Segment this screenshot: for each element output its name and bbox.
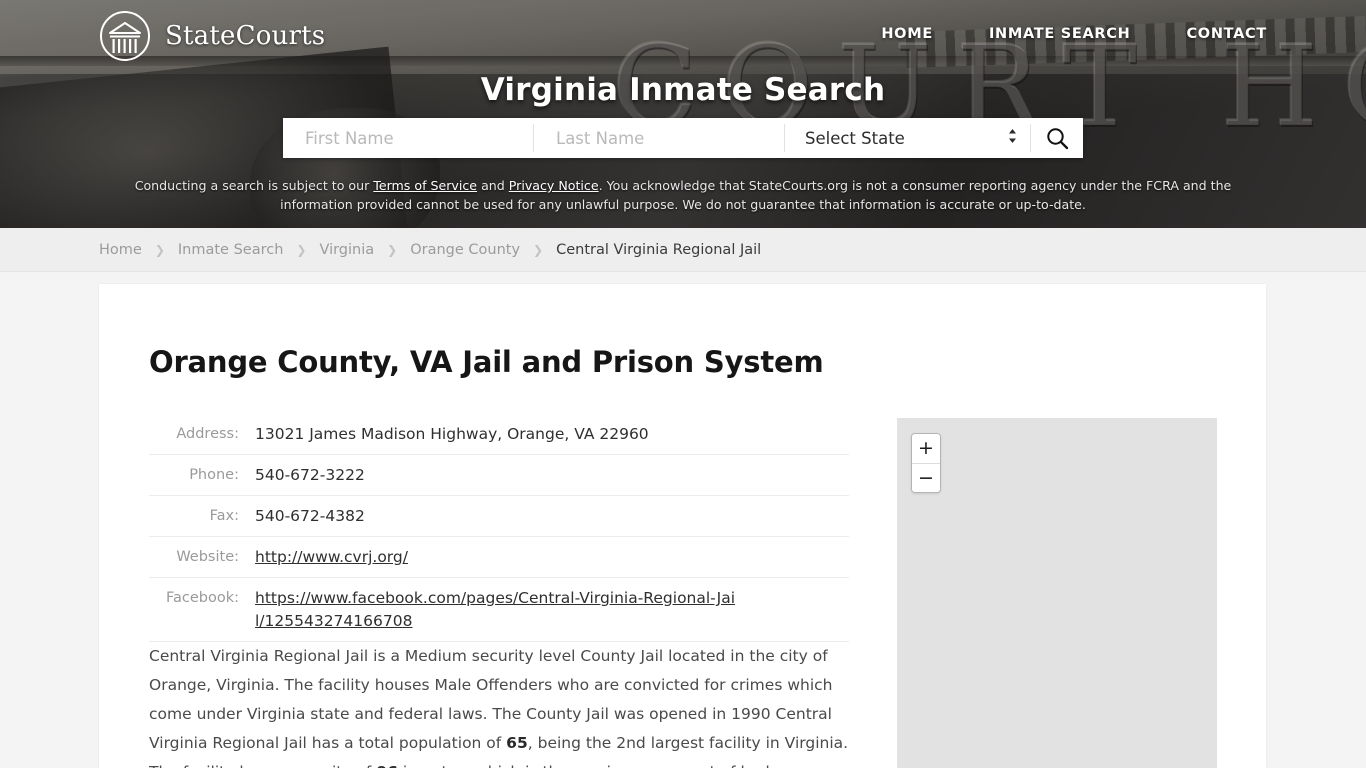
courthouse-circle-icon: [100, 11, 150, 61]
info-label-facebook: Facebook:: [165, 590, 239, 606]
breadcrumb-separator-icon: ❯: [533, 242, 544, 257]
main-navigation: HOME INMATE SEARCH CONTACT: [881, 26, 1267, 42]
info-label-address: Address:: [176, 426, 239, 442]
disclaimer-text-1: Conducting a search is subject to our: [134, 178, 374, 193]
breadcrumb-item-inmate-search[interactable]: Inmate Search: [178, 242, 284, 258]
table-row: Website: http://www.cvrj.org/: [149, 537, 849, 578]
info-label-website: Website:: [176, 549, 239, 565]
nav-item-home[interactable]: HOME: [881, 26, 933, 42]
table-row: Fax: 540-672-4382: [149, 496, 849, 537]
info-label-fax: Fax:: [209, 508, 239, 524]
breadcrumb-separator-icon: ❯: [154, 242, 165, 257]
breadcrumb-item-virginia[interactable]: Virginia: [319, 242, 374, 258]
breadcrumb: Home ❯ Inmate Search ❯ Virginia ❯ Orange…: [0, 228, 1366, 272]
map-zoom-out-button[interactable]: −: [912, 463, 940, 492]
info-value-facebook: https://www.facebook.com/pages/Central-V…: [239, 587, 739, 633]
info-label-phone: Phone:: [189, 467, 239, 483]
info-value-address: 13021 James Madison Highway, Orange, VA …: [255, 425, 649, 443]
map-zoom-in-button[interactable]: +: [912, 434, 940, 463]
breadcrumb-separator-icon: ❯: [387, 242, 398, 257]
facility-description: Central Virginia Regional Jail is a Medi…: [149, 642, 849, 768]
map-zoom-controls: + −: [911, 433, 941, 493]
privacy-notice-link[interactable]: Privacy Notice: [509, 178, 599, 193]
logo-text: StateCourts: [165, 21, 326, 51]
inmate-search-form: Select State: [283, 118, 1083, 158]
info-value-website: http://www.cvrj.org/: [239, 546, 849, 569]
site-logo[interactable]: StateCourts: [99, 10, 325, 62]
breadcrumb-item-orange-county[interactable]: Orange County: [410, 242, 520, 258]
nav-item-contact[interactable]: CONTACT: [1186, 26, 1267, 42]
page-body: Orange County, VA Jail and Prison System…: [0, 272, 1366, 768]
search-button[interactable]: [1031, 118, 1083, 158]
breadcrumb-item-home[interactable]: Home: [99, 242, 142, 258]
hero-title: Virginia Inmate Search: [480, 72, 886, 108]
site-header: COURT HOUSE StateCourts HOME INMATE SEAR…: [0, 0, 1366, 228]
page-title: Orange County, VA Jail and Prison System: [149, 345, 824, 380]
description-capacity-value: 96: [376, 763, 398, 768]
terms-of-service-link[interactable]: Terms of Service: [373, 178, 477, 193]
state-select-wrapper: Select State: [785, 118, 1030, 158]
search-icon: [1046, 127, 1068, 149]
content-card: Orange County, VA Jail and Prison System…: [99, 284, 1266, 768]
table-row: Address: 13021 James Madison Highway, Or…: [149, 414, 849, 455]
nav-item-inmate-search[interactable]: INMATE SEARCH: [989, 26, 1131, 42]
description-population-value: 65: [506, 733, 528, 752]
website-link[interactable]: http://www.cvrj.org/: [255, 548, 408, 566]
location-map[interactable]: + −: [897, 418, 1217, 768]
facility-info-table: Address: 13021 James Madison Highway, Or…: [149, 414, 849, 642]
search-disclaimer: Conducting a search is subject to our Te…: [128, 176, 1238, 214]
facebook-link[interactable]: https://www.facebook.com/pages/Central-V…: [255, 589, 735, 630]
state-select[interactable]: Select State: [785, 118, 1030, 158]
breadcrumb-item-current: Central Virginia Regional Jail: [556, 241, 762, 258]
description-text-3: inmates, which is the maximum amount of …: [398, 763, 778, 768]
last-name-input[interactable]: [534, 118, 784, 158]
first-name-input[interactable]: [283, 118, 533, 158]
disclaimer-text-2: and: [477, 178, 509, 193]
table-row: Phone: 540-672-3222: [149, 455, 849, 496]
info-value-fax: 540-672-4382: [255, 507, 365, 525]
breadcrumb-separator-icon: ❯: [296, 242, 307, 257]
info-value-phone: 540-672-3222: [255, 466, 365, 484]
table-row: Facebook: https://www.facebook.com/pages…: [149, 578, 849, 642]
